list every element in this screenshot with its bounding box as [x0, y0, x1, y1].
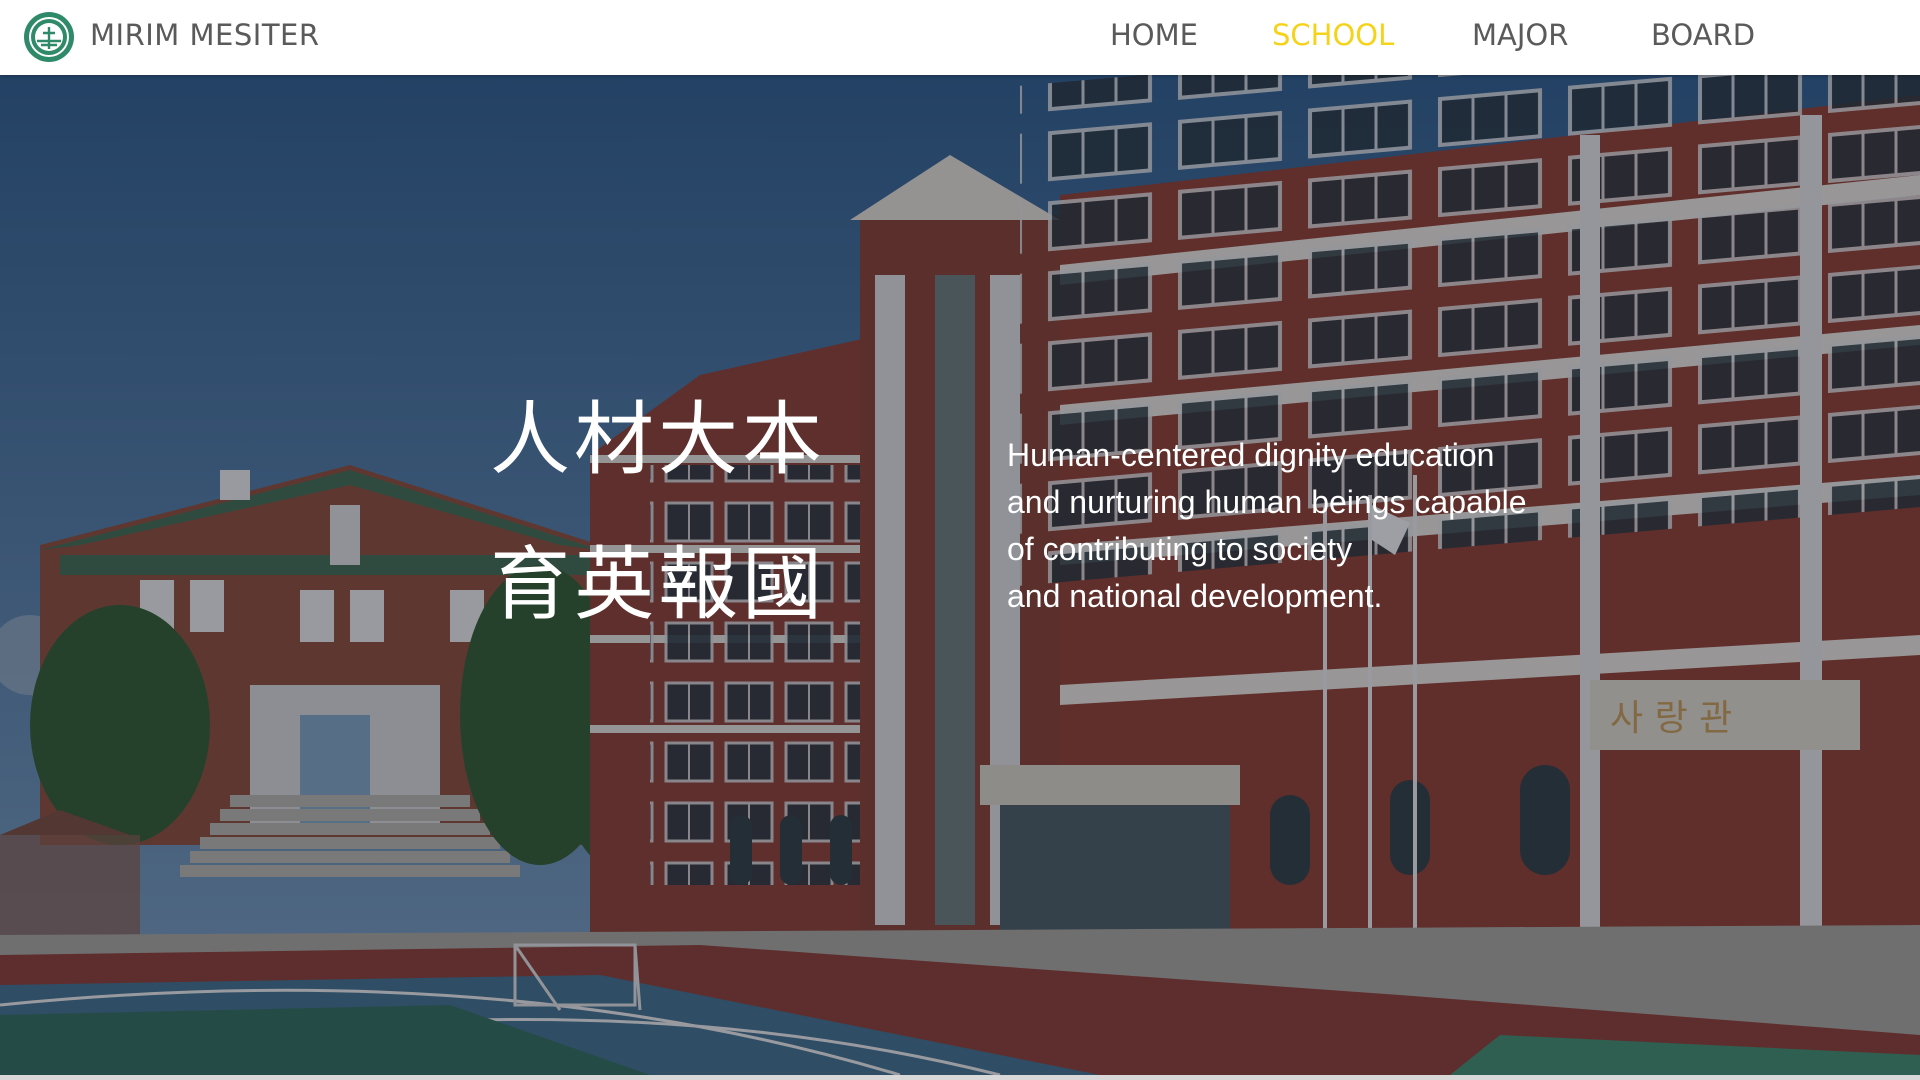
- mission-line: and nurturing human beings capable: [1007, 484, 1527, 520]
- mission-line: and national development.: [1007, 578, 1383, 614]
- motto-line-1: 人材大本: [490, 393, 826, 486]
- brand-name[interactable]: MIRIM MESITER: [90, 18, 320, 52]
- bottom-divider: [0, 1075, 1920, 1080]
- mission-line: Human-centered dignity education: [1007, 437, 1495, 473]
- nav-major[interactable]: MAJOR: [1472, 18, 1568, 52]
- mission-statement: Human-centered dignity education and nur…: [1007, 432, 1607, 620]
- school-emblem-icon[interactable]: [23, 11, 75, 63]
- hero-banner: 사 랑 관: [0, 75, 1920, 1075]
- nav-board[interactable]: BOARD: [1651, 18, 1755, 52]
- top-navigation-bar: MIRIM MESITER HOME SCHOOL MAJOR BOARD: [0, 0, 1920, 75]
- nav-home[interactable]: HOME: [1110, 18, 1198, 52]
- motto-line-2: 育英報國: [490, 538, 826, 631]
- hero-dark-overlay: [0, 75, 1920, 1075]
- nav-school[interactable]: SCHOOL: [1272, 18, 1394, 52]
- mission-line: of contributing to society: [1007, 531, 1353, 567]
